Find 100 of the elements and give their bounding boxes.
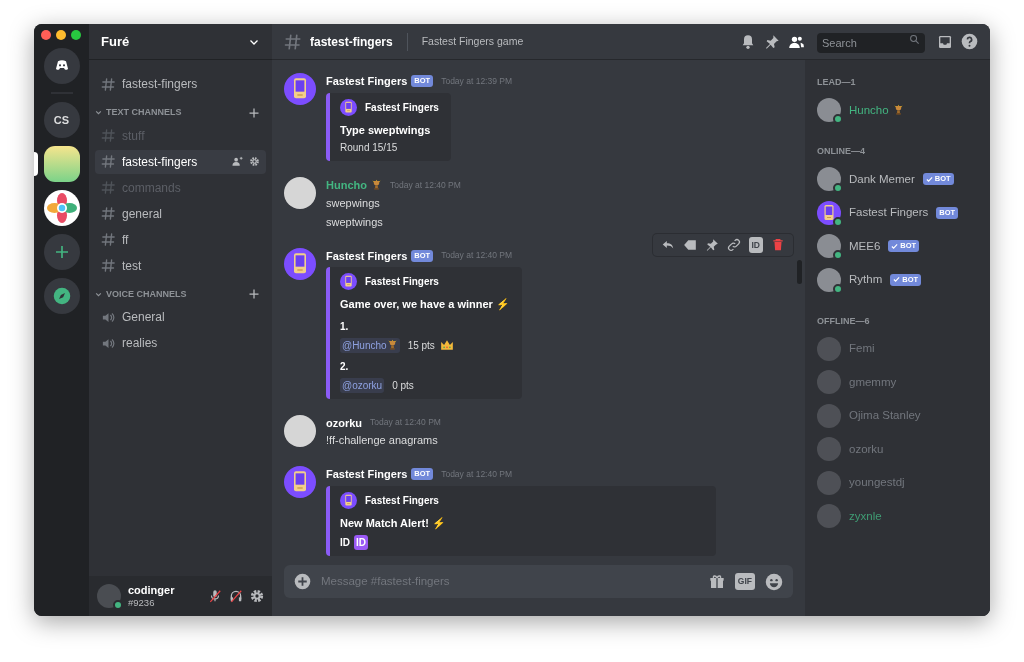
- member-item[interactable]: Ojima Stanley: [817, 399, 982, 433]
- search-icon[interactable]: [909, 34, 920, 45]
- hash-icon: [101, 206, 116, 221]
- member-item[interactable]: gmemmy: [817, 365, 982, 399]
- inbox-icon[interactable]: [937, 33, 953, 50]
- member-name: Femi: [849, 341, 875, 357]
- member-name: zyxnle: [849, 508, 882, 524]
- category-title[interactable]: VOICE CHANNELS: [106, 287, 187, 301]
- user-tag: #9236: [128, 597, 201, 608]
- plus-icon[interactable]: [248, 106, 260, 119]
- maximize-button[interactable]: [71, 30, 81, 40]
- robot-avatar: [817, 200, 841, 225]
- robot-avatar: [340, 98, 357, 116]
- member-name: Ojima Stanley: [849, 408, 921, 424]
- embed-author: Fastest Fingers: [365, 493, 439, 508]
- member-item[interactable]: ozorku: [817, 432, 982, 466]
- flower-icon: [46, 193, 77, 223]
- add-user-icon[interactable]: [232, 156, 243, 167]
- message-text: !ff-challenge anagrams: [326, 433, 439, 448]
- points-text: 15 pts: [407, 338, 435, 353]
- author-name[interactable]: Fastest Fingers: [326, 247, 408, 264]
- robot-avatar: [284, 73, 316, 105]
- robot-avatar: [284, 247, 316, 280]
- home-button[interactable]: [43, 48, 80, 84]
- close-button[interactable]: [41, 30, 51, 40]
- member-item[interactable]: Huncho: [817, 93, 982, 127]
- channel-title: fastest-fingers: [310, 33, 393, 51]
- user-mention[interactable]: @Huncho: [340, 337, 400, 353]
- channel-item[interactable]: fastest-fingers: [95, 149, 266, 174]
- member-item[interactable]: youngestdj: [817, 466, 982, 500]
- check-icon: [891, 242, 899, 250]
- channel-item[interactable]: General: [95, 305, 266, 329]
- server-button[interactable]: [43, 190, 80, 226]
- avatar-placeholder: [284, 414, 316, 447]
- points-text: 0 pts: [392, 378, 414, 393]
- robot-avatar: [340, 273, 357, 290]
- bell-icon[interactable]: [740, 33, 756, 50]
- avatar-placeholder: [817, 370, 841, 395]
- avatar-placeholder: [817, 437, 841, 462]
- avatar-placeholder: [817, 504, 841, 529]
- message-text: sweptwings: [326, 214, 384, 230]
- avatar-placeholder: [817, 470, 841, 495]
- hash-icon: [101, 128, 116, 143]
- hash-icon: [101, 258, 116, 273]
- member-name: MEE6: [849, 238, 881, 254]
- plus-icon[interactable]: [248, 288, 260, 301]
- server-button[interactable]: CS: [43, 102, 80, 138]
- member-name: youngestdj: [849, 475, 905, 491]
- pin-icon[interactable]: [764, 33, 780, 50]
- add-circle-icon[interactable]: [294, 573, 311, 590]
- author-name[interactable]: Huncho: [326, 177, 367, 194]
- copy-id-button[interactable]: ID: [748, 236, 763, 254]
- rank-number: 1.: [340, 319, 350, 334]
- hash-icon: [284, 32, 302, 51]
- member-item[interactable]: zyxnle: [817, 499, 982, 533]
- caret-icon[interactable]: [95, 290, 102, 298]
- member-item[interactable]: Femi: [817, 332, 982, 366]
- member-name: Rythm: [849, 272, 883, 288]
- embed-text: Round 15/15: [340, 141, 399, 155]
- channel-item[interactable]: ff: [95, 227, 266, 252]
- hash-icon: [101, 180, 116, 195]
- help-icon[interactable]: [961, 33, 978, 50]
- author-name[interactable]: Fastest Fingers: [326, 73, 408, 90]
- add-server-button[interactable]: [43, 234, 80, 270]
- muted-microphone-icon[interactable]: [208, 589, 222, 603]
- channel-item[interactable]: realies: [95, 331, 266, 355]
- gift-icon[interactable]: [708, 573, 725, 590]
- embed-author: Fastest Fingers: [365, 100, 439, 115]
- hash-icon: [101, 154, 116, 169]
- explore-button[interactable]: [43, 278, 80, 314]
- pin-icon[interactable]: [704, 237, 719, 252]
- trash-icon[interactable]: [771, 237, 785, 252]
- group-title: ONLINE—4: [817, 145, 866, 158]
- embed-heading: New Match Alert! ⚡: [340, 515, 447, 531]
- group-title: OFFLINE—6: [817, 314, 871, 328]
- channel-item[interactable]: fastest-fingers: [95, 72, 266, 96]
- gif-button[interactable]: GIF: [734, 573, 755, 590]
- username: codinger: [128, 584, 176, 596]
- author-name[interactable]: Fastest Fingers: [326, 466, 408, 483]
- channel-item[interactable]: test: [95, 253, 266, 278]
- avatar-placeholder: [284, 177, 316, 209]
- avatar-placeholder: [817, 403, 841, 428]
- channel-item[interactable]: general: [95, 201, 266, 226]
- category-title[interactable]: TEXT CHANNELS: [106, 106, 182, 120]
- member-name: Huncho: [849, 102, 889, 118]
- minimize-button[interactable]: [56, 30, 66, 40]
- user-mention[interactable]: @ozorku: [340, 377, 385, 393]
- search-field[interactable]: Search: [817, 32, 925, 53]
- link-icon[interactable]: [726, 237, 741, 252]
- author-name[interactable]: ozorku: [326, 414, 363, 431]
- server-name: Furé: [101, 32, 130, 51]
- tag-icon[interactable]: [682, 237, 697, 252]
- check-icon: [925, 175, 933, 183]
- caret-icon[interactable]: [95, 109, 102, 117]
- muted-headphones-icon[interactable]: [229, 589, 243, 603]
- id-tag: ID: [354, 535, 368, 550]
- emoji-icon[interactable]: [765, 572, 783, 591]
- member-name: ozorku: [849, 441, 884, 457]
- scrollbar-thumb: [797, 260, 802, 284]
- robot-avatar: [284, 466, 316, 498]
